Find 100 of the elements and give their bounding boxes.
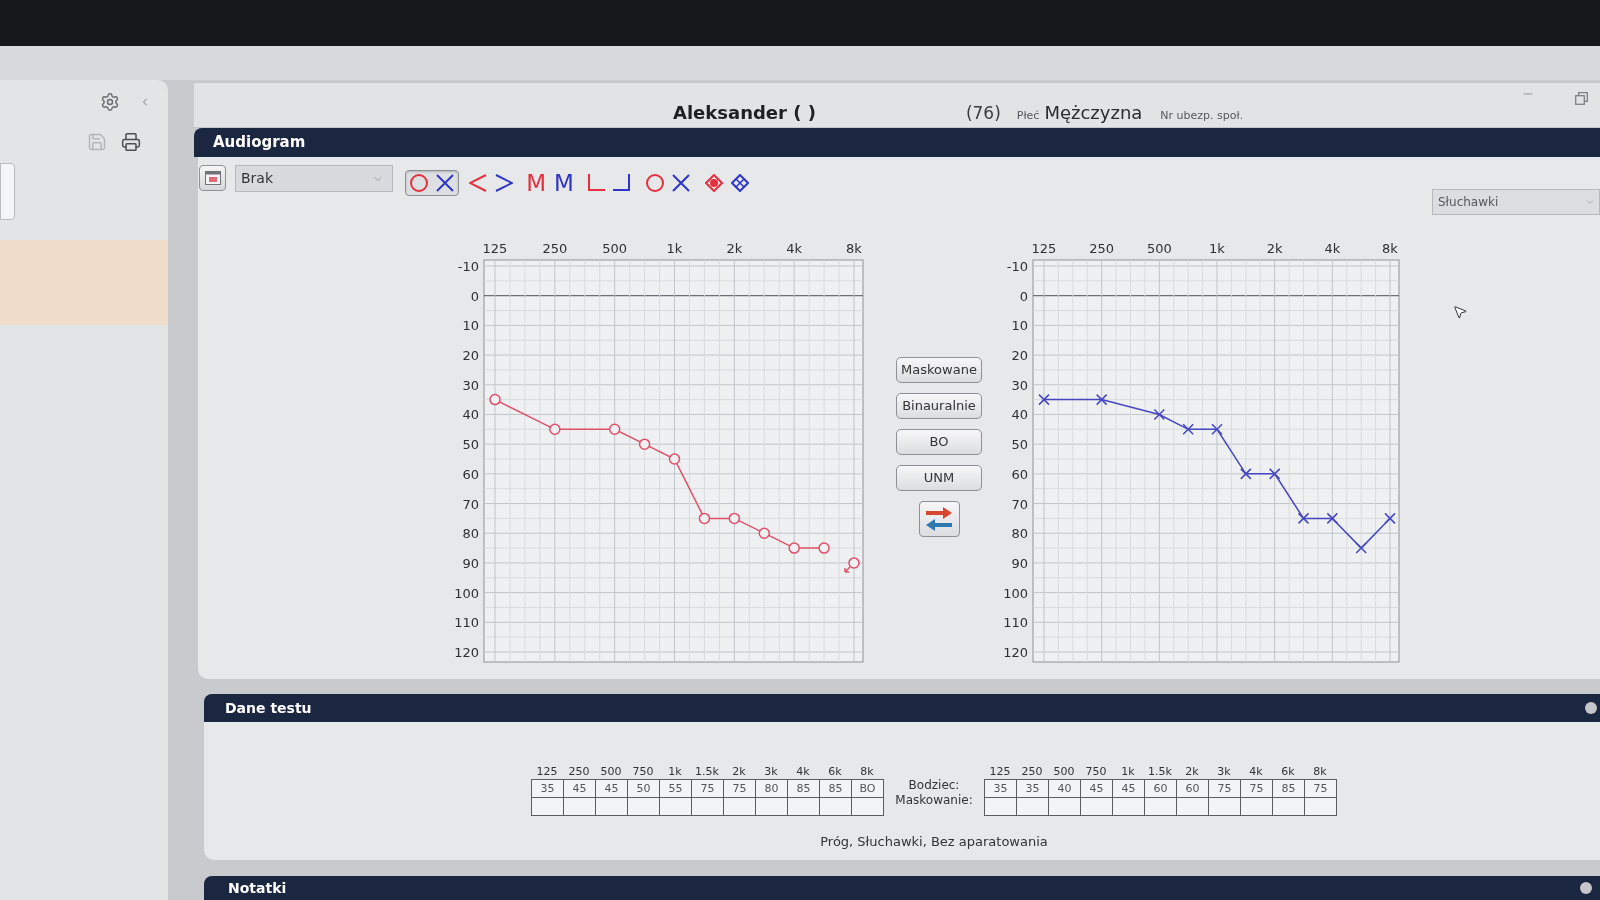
column-header: 125 — [988, 764, 1012, 779]
tick-label: 10 — [1011, 318, 1028, 334]
circle-marker — [489, 393, 501, 406]
chevron-down-icon — [1585, 197, 1595, 207]
table-cell: 75 — [723, 779, 755, 797]
tick-label: 1k — [1209, 241, 1225, 256]
column-header: 1.5k — [1147, 764, 1173, 779]
cross-marker — [1326, 512, 1339, 525]
option-button[interactable]: Maskowane — [896, 357, 982, 383]
tick-label: 2k — [726, 241, 743, 256]
tick-label: 30 — [462, 377, 479, 393]
table-cell: BO — [851, 779, 883, 797]
circle-marker — [758, 527, 770, 539]
cross-marker — [1038, 393, 1050, 406]
row-label: Maskowanie: — [895, 793, 973, 808]
restore-icon[interactable] — [1575, 92, 1588, 105]
tick-label: 1k — [666, 241, 683, 256]
table-cell: 75 — [1208, 779, 1240, 797]
tick-label: 10 — [462, 318, 479, 334]
column-header: 125 — [535, 764, 559, 779]
cross-marker — [1095, 393, 1108, 406]
patient-age: (76) — [965, 102, 1001, 125]
option-button[interactable]: BO — [896, 429, 982, 455]
window-icon — [204, 171, 221, 185]
tick-label: 500 — [602, 241, 628, 256]
cross-marker — [1355, 542, 1367, 554]
tick-label: 100 — [1003, 585, 1028, 601]
table-cell: 45 — [1112, 779, 1144, 797]
tick-label: 500 — [1146, 241, 1172, 256]
column-header: 250 — [1020, 764, 1044, 779]
tick-label: 110 — [454, 615, 479, 631]
table-cell: 40 — [1048, 779, 1080, 797]
save-icon — [87, 132, 107, 152]
panel-title: Notatki — [228, 878, 287, 898]
table-cell: 35 — [1016, 779, 1048, 797]
column-header: 1.5k — [694, 764, 720, 779]
cross-marker — [1240, 468, 1252, 480]
transducer-dropdown[interactable]: Słuchawki — [1432, 189, 1600, 215]
tick-label: -10 — [457, 259, 479, 274]
marker-glyph: M — [526, 171, 546, 195]
tick-label: 2k — [1266, 241, 1283, 256]
option-button[interactable]: Binauralnie — [896, 393, 982, 419]
marker-button[interactable]: M M — [523, 170, 577, 196]
table-cell: 45 — [595, 779, 627, 797]
printer-icon — [121, 132, 141, 152]
tick-label: 0 — [1019, 288, 1028, 304]
tick-label: 110 — [1003, 615, 1028, 631]
tick-label: 70 — [1011, 496, 1028, 512]
tick-label: 50 — [1011, 437, 1028, 453]
tick-label: 60 — [462, 466, 479, 482]
sex-value: Mężczyzna — [1044, 101, 1143, 125]
table-cell: 35 — [984, 779, 1016, 797]
tick-label: -10 — [1006, 259, 1028, 274]
table-cell: 60 — [1176, 779, 1208, 797]
sex-label: Płeć — [1016, 108, 1040, 124]
preset-dropdown[interactable]: Brak — [235, 165, 393, 192]
row-label: Bodziec: — [908, 778, 960, 793]
column-header: 1k — [667, 764, 683, 779]
tick-label: 20 — [462, 348, 479, 364]
column-header: 8k — [859, 764, 875, 779]
table-cell: 50 — [627, 779, 659, 797]
table-cell: 45 — [563, 779, 595, 797]
column-header: 500 — [599, 764, 623, 779]
column-header: 750 — [631, 764, 655, 779]
cross-marker — [1384, 512, 1396, 525]
swap-button[interactable] — [918, 501, 960, 537]
tick-label: 80 — [1011, 526, 1028, 542]
cross-marker — [1182, 423, 1194, 436]
tick-label: 30 — [1011, 377, 1028, 393]
option-button[interactable]: UNM — [896, 465, 982, 491]
tick-label: 8k — [1382, 241, 1398, 256]
circle-marker — [608, 423, 621, 436]
swap-arrows-icon — [925, 506, 953, 532]
table-cell: 55 — [659, 779, 691, 797]
toolbar-button[interactable] — [199, 165, 226, 191]
tick-label: 60 — [1011, 466, 1028, 482]
insurance-label: Nr ubezp. społ. — [1160, 108, 1244, 124]
table-cell: 75 — [1240, 779, 1272, 797]
marker-glyph: M — [554, 171, 574, 195]
marker-button[interactable] — [405, 170, 459, 196]
table-cell: 85 — [787, 779, 819, 797]
tick-label: 20 — [1011, 348, 1028, 364]
tick-label: 90 — [1011, 555, 1028, 571]
circle-marker — [788, 542, 800, 554]
tick-label: 4k — [786, 241, 803, 256]
tick-label: 125 — [482, 241, 508, 256]
patient-name: Aleksander ( ) — [673, 101, 816, 125]
column-header: 1k — [1120, 764, 1136, 779]
tick-label: 100 — [454, 585, 479, 601]
tick-label: 40 — [462, 407, 479, 423]
column-header: 3k — [763, 764, 779, 779]
print-button[interactable] — [121, 132, 141, 152]
tick-label: 120 — [454, 645, 479, 660]
tick-label: 4k — [1324, 241, 1341, 256]
tick-label: 250 — [542, 241, 568, 256]
column-header: 6k — [1280, 764, 1296, 779]
circle-marker — [728, 512, 741, 525]
settings-icon[interactable] — [100, 92, 120, 112]
tick-label: 40 — [1011, 407, 1028, 423]
column-header: 500 — [1052, 764, 1076, 779]
